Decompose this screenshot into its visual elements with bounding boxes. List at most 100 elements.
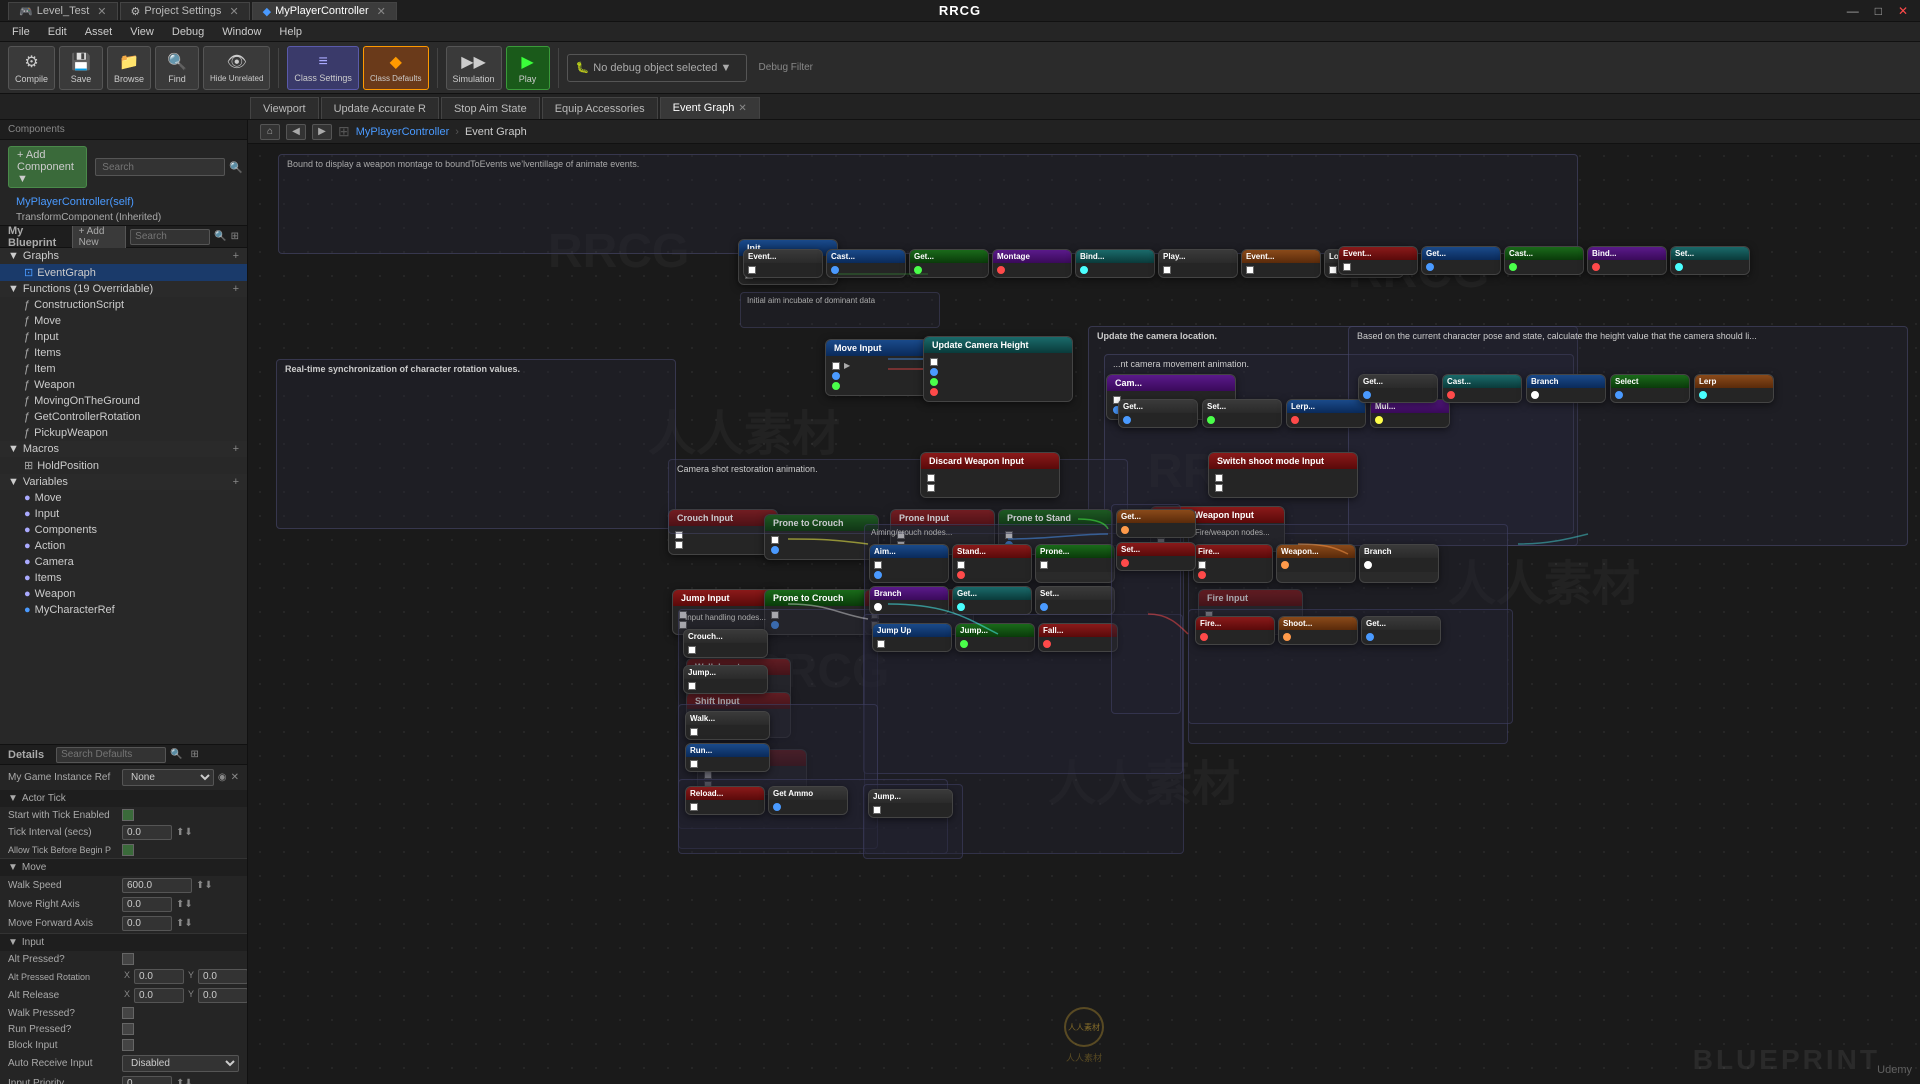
var-action[interactable]: ● Action	[0, 538, 247, 554]
node-p1[interactable]: Get...	[1358, 374, 1438, 403]
node-m4[interactable]: Branch	[869, 586, 949, 615]
clear-icon[interactable]: ✕	[231, 772, 239, 783]
simulation-button[interactable]: ▶▶ Simulation	[446, 46, 502, 90]
node-p3[interactable]: Branch	[1526, 374, 1606, 403]
node-c4[interactable]: Mul...	[1370, 399, 1450, 428]
add-func-icon[interactable]: +	[233, 283, 239, 295]
node-r2[interactable]: Get Ammo	[768, 786, 848, 815]
node-m1[interactable]: Aim...	[869, 544, 949, 583]
node-c2[interactable]: Set...	[1202, 399, 1282, 428]
find-button[interactable]: 🔍 Find	[155, 46, 199, 90]
browse-button[interactable]: 📁 Browse	[107, 46, 151, 90]
allow-tick-checkbox[interactable]	[122, 844, 134, 856]
var-components[interactable]: ● Components	[0, 522, 247, 538]
node-inner-2[interactable]: Jump...	[683, 665, 768, 694]
tick-interval-spinner[interactable]: ⬆⬇	[176, 827, 193, 838]
walk-speed-input[interactable]	[122, 878, 192, 893]
move-header[interactable]: ▼ Move	[0, 859, 247, 876]
node-t2[interactable]: Cast...	[826, 249, 906, 278]
component-self[interactable]: MyPlayerController(self)	[0, 194, 247, 210]
node-f1[interactable]: Fire...	[1193, 544, 1273, 583]
node-p2[interactable]: Cast...	[1442, 374, 1522, 403]
node-discard-weapon[interactable]: Discard Weapon Input	[920, 452, 1060, 498]
node-lm2[interactable]: Jump...	[955, 623, 1035, 652]
save-button[interactable]: 💾 Save	[59, 46, 103, 90]
start-tick-checkbox[interactable]	[122, 809, 134, 821]
block-input-checkbox[interactable]	[122, 1039, 134, 1051]
details-search-input[interactable]	[56, 747, 166, 763]
tab-project-settings[interactable]: ⚙ Project Settings ✕	[120, 2, 250, 20]
graph-area[interactable]: ⌂ ◀ ▶ ⊞ MyPlayerController › Event Graph…	[248, 120, 1920, 1084]
alt-rel-y[interactable]	[198, 988, 247, 1003]
node-fl3[interactable]: Get...	[1361, 616, 1441, 645]
breadcrumb-controller[interactable]: MyPlayerController	[356, 126, 450, 138]
node-cw1[interactable]: Get...	[1116, 509, 1196, 538]
alt-pressed-checkbox[interactable]	[122, 953, 134, 965]
node-s2[interactable]: Run...	[685, 743, 770, 772]
functions-section[interactable]: ▼ Functions (19 Overridable) +	[0, 281, 247, 297]
component-transform[interactable]: TransformComponent (Inherited)	[0, 210, 247, 225]
event-graph-item[interactable]: ⊡ EventGraph	[0, 264, 247, 281]
add-new-button[interactable]: + Add New	[72, 225, 127, 250]
class-settings-button[interactable]: ≡ Class Settings	[287, 46, 359, 90]
input-header[interactable]: ▼ Input	[0, 934, 247, 951]
node-t1[interactable]: Event...	[743, 249, 823, 278]
search-components-input[interactable]	[95, 158, 225, 176]
tab-viewport[interactable]: Viewport	[250, 97, 319, 119]
menu-help[interactable]: Help	[271, 24, 310, 40]
maximize-button[interactable]: □	[1871, 4, 1886, 18]
search-icon[interactable]: 🔍	[170, 749, 182, 760]
node-m5[interactable]: Get...	[952, 586, 1032, 615]
play-button[interactable]: ▶ Play	[506, 46, 550, 90]
menu-view[interactable]: View	[122, 24, 162, 40]
node-f2[interactable]: Weapon...	[1276, 544, 1356, 583]
func-move[interactable]: ƒ Move	[0, 313, 247, 329]
var-input[interactable]: ● Input	[0, 506, 247, 522]
close-icon[interactable]: ✕	[229, 5, 238, 18]
breadcrumb-forward[interactable]: ▶	[312, 124, 332, 140]
macros-section[interactable]: ▼ Macros +	[0, 441, 247, 457]
tab-stop-aim-state[interactable]: Stop Aim State	[441, 97, 540, 119]
node-p4[interactable]: Select	[1610, 374, 1690, 403]
move-forward-spinner[interactable]: ⬆⬇	[176, 918, 193, 929]
move-right-spinner[interactable]: ⬆⬇	[176, 899, 193, 910]
search-icon[interactable]: 🔍	[229, 161, 243, 174]
node-t7[interactable]: Event...	[1241, 249, 1321, 278]
node-inner-1[interactable]: Crouch...	[683, 629, 768, 658]
menu-asset[interactable]: Asset	[77, 24, 121, 40]
func-moving[interactable]: ƒ MovingOnTheGround	[0, 393, 247, 409]
compile-button[interactable]: ⚙ Compile	[8, 46, 55, 90]
input-priority-spinner[interactable]: ⬆⬇	[176, 1078, 193, 1084]
tab-event-graph[interactable]: Event Graph ✕	[660, 97, 760, 119]
game-instance-select[interactable]: None	[122, 769, 214, 786]
actor-tick-header[interactable]: ▼ Actor Tick	[0, 790, 247, 807]
expand-icon[interactable]: ⊞	[231, 231, 239, 242]
add-var-icon[interactable]: +	[233, 476, 239, 488]
tab-equip-accessories[interactable]: Equip Accessories	[542, 97, 658, 119]
close-icon[interactable]: ✕	[738, 103, 746, 114]
tab-update-accurate[interactable]: Update Accurate R	[321, 97, 439, 119]
auto-receive-select[interactable]: Disabled	[122, 1055, 239, 1072]
func-pickup[interactable]: ƒ PickupWeapon	[0, 425, 247, 441]
node-cw2[interactable]: Set...	[1116, 542, 1196, 571]
node-tr4[interactable]: Bind...	[1587, 246, 1667, 275]
node-t4[interactable]: Montage	[992, 249, 1072, 278]
node-t6[interactable]: Play...	[1158, 249, 1238, 278]
menu-file[interactable]: File	[4, 24, 38, 40]
node-move-input[interactable]: Move Input ▶	[825, 339, 935, 396]
node-t3[interactable]: Get...	[909, 249, 989, 278]
debug-dropdown[interactable]: 🐛 No debug object selected ▼	[567, 54, 747, 82]
menu-debug[interactable]: Debug	[164, 24, 212, 40]
search-bp-input[interactable]	[130, 229, 210, 245]
menu-edit[interactable]: Edit	[40, 24, 75, 40]
add-graph-icon[interactable]: +	[233, 250, 239, 262]
node-tr2[interactable]: Get...	[1421, 246, 1501, 275]
graphs-section[interactable]: ▼ Graphs +	[0, 248, 247, 264]
breadcrumb-home[interactable]: ⌂	[260, 124, 280, 140]
expand-icon[interactable]: ⊞	[191, 749, 199, 760]
breadcrumb-back[interactable]: ◀	[286, 124, 306, 140]
move-forward-input[interactable]	[122, 916, 172, 931]
node-c3[interactable]: Lerp...	[1286, 399, 1366, 428]
pick-icon[interactable]: ◉	[218, 772, 227, 783]
node-f3[interactable]: Branch	[1359, 544, 1439, 583]
